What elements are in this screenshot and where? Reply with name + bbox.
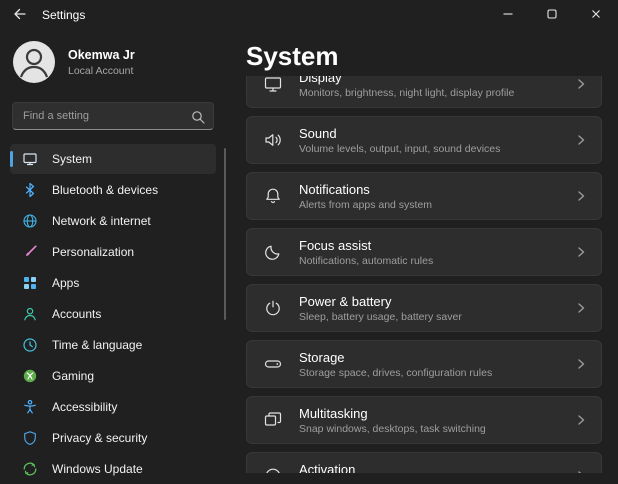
sidebar-item-network-internet[interactable]: Network & internet	[10, 206, 216, 236]
sidebar-item-label: Bluetooth & devices	[52, 183, 158, 197]
settings-card-notifications[interactable]: Notifications Alerts from apps and syste…	[246, 172, 602, 220]
card-title: Focus assist	[299, 238, 433, 253]
chevron-right-icon	[575, 414, 587, 426]
sidebar-item-bluetooth-devices[interactable]: Bluetooth & devices	[10, 175, 216, 205]
main-content: System Display Monitors, brightness, nig…	[226, 30, 618, 473]
sidebar-item-accounts[interactable]: Accounts	[10, 299, 216, 329]
sidebar-nav: System Bluetooth & devices Network & int…	[10, 144, 216, 484]
minimize-icon	[501, 7, 515, 24]
settings-window: Settings	[0, 0, 618, 473]
card-title: Notifications	[299, 182, 432, 197]
sidebar-item-apps[interactable]: Apps	[10, 268, 216, 298]
settings-card-focus-assist[interactable]: Focus assist Notifications, automatic ru…	[246, 228, 602, 276]
sidebar-item-label: Accessibility	[52, 400, 117, 414]
update-arrows-icon	[22, 461, 38, 477]
maximize-icon	[545, 7, 559, 24]
sidebar-item-label: Apps	[52, 276, 79, 290]
sidebar-item-privacy-security[interactable]: Privacy & security	[10, 423, 216, 453]
settings-card-sound[interactable]: Sound Volume levels, output, input, soun…	[246, 116, 602, 164]
sidebar-scrollbar[interactable]	[224, 148, 226, 320]
sidebar-item-label: Personalization	[52, 245, 134, 259]
card-subtitle: Snap windows, desktops, task switching	[299, 423, 486, 435]
multitasking-windows-icon	[263, 410, 283, 430]
card-title: Sound	[299, 126, 500, 141]
user-name: Okemwa Jr	[68, 48, 135, 62]
settings-card-power-battery[interactable]: Power & battery Sleep, battery usage, ba…	[246, 284, 602, 332]
chevron-right-icon	[575, 78, 587, 90]
display-icon	[263, 76, 283, 94]
card-subtitle: Alerts from apps and system	[299, 199, 432, 211]
card-title: Display	[299, 76, 514, 85]
chevron-right-icon	[575, 190, 587, 202]
search-icon	[191, 110, 205, 124]
sidebar-item-label: Network & internet	[52, 214, 151, 228]
titlebar: Settings	[0, 0, 618, 30]
sidebar-item-label: Windows Update	[52, 462, 143, 476]
back-arrow-icon	[12, 6, 28, 25]
settings-card-display[interactable]: Display Monitors, brightness, night ligh…	[246, 76, 602, 108]
bluetooth-icon	[22, 182, 38, 198]
system-icon	[22, 151, 38, 167]
card-subtitle: Monitors, brightness, night light, displ…	[299, 87, 514, 99]
bell-icon	[263, 186, 283, 206]
page-title: System	[246, 40, 602, 72]
settings-card-activation[interactable]: Activation Activation state, subscriptio…	[246, 452, 602, 473]
sidebar-item-label: System	[52, 152, 92, 166]
maximize-button[interactable]	[530, 0, 574, 30]
chevron-right-icon	[575, 358, 587, 370]
sidebar-item-system[interactable]: System	[10, 144, 216, 174]
account-type: Local Account	[68, 65, 135, 77]
accessibility-icon	[22, 399, 38, 415]
paintbrush-icon	[22, 244, 38, 260]
settings-card-storage[interactable]: Storage Storage space, drives, configura…	[246, 340, 602, 388]
sidebar-item-label: Time & language	[52, 338, 142, 352]
window-controls	[486, 0, 618, 30]
app-title: Settings	[42, 8, 85, 22]
crescent-moon-icon	[263, 242, 283, 262]
close-icon	[589, 7, 603, 24]
card-title: Storage	[299, 350, 492, 365]
card-title: Multitasking	[299, 406, 486, 421]
globe-icon	[22, 213, 38, 229]
storage-drive-icon	[263, 354, 283, 374]
card-subtitle: Sleep, battery usage, battery saver	[299, 311, 462, 323]
card-title: Activation	[299, 462, 497, 474]
sidebar-item-label: Accounts	[52, 307, 101, 321]
search-box	[12, 102, 214, 130]
close-button[interactable]	[574, 0, 618, 30]
card-subtitle: Notifications, automatic rules	[299, 255, 433, 267]
settings-card-multitasking[interactable]: Multitasking Snap windows, desktops, tas…	[246, 396, 602, 444]
settings-cards: Display Monitors, brightness, night ligh…	[246, 76, 602, 473]
sidebar-item-windows-update[interactable]: Windows Update	[10, 454, 216, 484]
sound-icon	[263, 130, 283, 150]
card-subtitle: Storage space, drives, configuration rul…	[299, 367, 492, 379]
person-icon	[22, 306, 38, 322]
chevron-right-icon	[575, 134, 587, 146]
sidebar-item-label: Privacy & security	[52, 431, 147, 445]
chevron-right-icon	[575, 246, 587, 258]
search-input[interactable]	[13, 103, 213, 129]
xbox-icon	[22, 368, 38, 384]
apps-grid-icon	[22, 275, 38, 291]
avatar	[12, 40, 56, 84]
sidebar: Okemwa Jr Local Account System	[0, 30, 226, 473]
card-subtitle: Volume levels, output, input, sound devi…	[299, 143, 500, 155]
card-title: Power & battery	[299, 294, 462, 309]
sidebar-item-accessibility[interactable]: Accessibility	[10, 392, 216, 422]
user-profile[interactable]: Okemwa Jr Local Account	[10, 32, 216, 92]
sidebar-item-gaming[interactable]: Gaming	[10, 361, 216, 391]
clock-icon	[22, 337, 38, 353]
back-button[interactable]	[0, 0, 40, 30]
minimize-button[interactable]	[486, 0, 530, 30]
chevron-right-icon	[575, 302, 587, 314]
sidebar-item-label: Gaming	[52, 369, 94, 383]
sidebar-item-personalization[interactable]: Personalization	[10, 237, 216, 267]
check-circle-icon	[263, 466, 283, 473]
power-icon	[263, 298, 283, 318]
shield-icon	[22, 430, 38, 446]
sidebar-item-time-language[interactable]: Time & language	[10, 330, 216, 360]
